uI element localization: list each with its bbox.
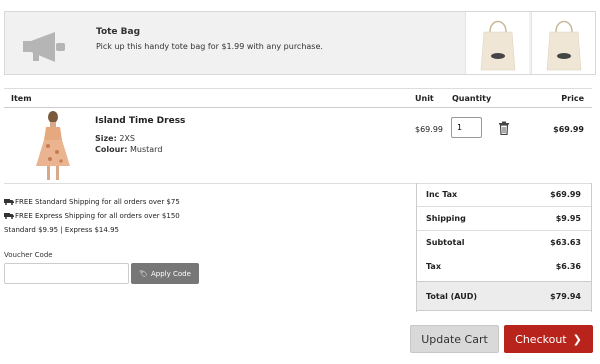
free-express-shipping-note: FREE Express Shipping for all orders ove… xyxy=(4,212,180,220)
free-standard-shipping-note: FREE Standard Shipping for all orders ov… xyxy=(4,198,180,206)
colour-label: Colour: xyxy=(95,145,128,154)
free-express-shipping-text: FREE Express Shipping for all orders ove… xyxy=(15,212,180,220)
column-header-unit: Unit xyxy=(415,94,434,103)
tote-bag-thumbnail[interactable] xyxy=(531,12,595,74)
product-name[interactable]: Island Time Dress xyxy=(95,116,185,126)
order-total-row: Total (AUD) $79.94 xyxy=(417,281,591,311)
tote-bag-thumbnail[interactable] xyxy=(465,12,529,74)
chevron-right-icon: ❯ xyxy=(572,332,582,346)
free-standard-shipping-text: FREE Standard Shipping for all orders ov… xyxy=(15,198,180,206)
product-size: Size: 2XS xyxy=(95,134,135,143)
trash-icon[interactable] xyxy=(498,121,510,135)
promo-title: Tote Bag xyxy=(96,27,141,37)
tax-value: $6.36 xyxy=(555,262,581,271)
order-total-label: Total (AUD) xyxy=(426,292,478,301)
subtotal-row: Subtotal $63.63 xyxy=(417,231,591,255)
apply-code-label: Apply Code xyxy=(150,269,191,278)
unit-price: $69.99 xyxy=(415,125,443,134)
cart-item-row: Island Time Dress Size: 2XS Colour: Must… xyxy=(4,108,592,184)
megaphone-icon xyxy=(23,32,65,62)
shipping-label: Shipping xyxy=(426,214,466,223)
truck-icon xyxy=(4,213,14,219)
subtotal-label: Subtotal xyxy=(426,238,465,247)
checkout-button[interactable]: Checkout ❯ xyxy=(504,325,593,353)
shipping-value: $9.95 xyxy=(555,214,581,223)
truck-icon xyxy=(4,199,14,205)
tote-bag-image xyxy=(480,20,516,71)
inc-tax-value: $69.99 xyxy=(550,190,581,199)
voucher-code-label: Voucher Code xyxy=(4,251,53,259)
tag-icon: 🏷︎ xyxy=(139,269,148,278)
size-value: 2XS xyxy=(119,134,135,143)
promo-banner: Tote Bag Pick up this handy tote bag for… xyxy=(4,11,596,75)
cart-table-header: Item Unit Quantity Price xyxy=(4,88,592,108)
order-total-value: $79.94 xyxy=(550,292,581,301)
line-price: $69.99 xyxy=(553,125,584,134)
shipping-rates: Standard $9.95 | Express $14.95 xyxy=(4,226,119,234)
shipping-row: Shipping $9.95 xyxy=(417,207,591,231)
column-header-price: Price xyxy=(561,94,584,103)
column-header-item: Item xyxy=(11,94,32,103)
tote-bag-image xyxy=(546,20,582,71)
update-cart-button[interactable]: Update Cart xyxy=(410,325,499,353)
colour-value: Mustard xyxy=(130,145,163,154)
product-colour: Colour: Mustard xyxy=(95,145,162,154)
inc-tax-label: Inc Tax xyxy=(426,190,458,199)
tax-label: Tax xyxy=(426,262,441,271)
apply-code-button[interactable]: 🏷︎ Apply Code xyxy=(131,263,199,284)
product-image[interactable] xyxy=(28,110,78,182)
size-label: Size: xyxy=(95,134,117,143)
subtotal-value: $63.63 xyxy=(550,238,581,247)
promo-description: Pick up this handy tote bag for $1.99 wi… xyxy=(96,42,323,51)
checkout-label: Checkout xyxy=(515,332,567,346)
order-totals: Inc Tax $69.99 Shipping $9.95 Subtotal $… xyxy=(416,183,592,312)
inc-tax-row: Inc Tax $69.99 xyxy=(417,183,591,207)
column-header-quantity: Quantity xyxy=(452,94,492,103)
tax-row: Tax $6.36 xyxy=(417,255,591,279)
voucher-code-input[interactable] xyxy=(4,263,129,284)
quantity-input[interactable] xyxy=(451,117,482,138)
